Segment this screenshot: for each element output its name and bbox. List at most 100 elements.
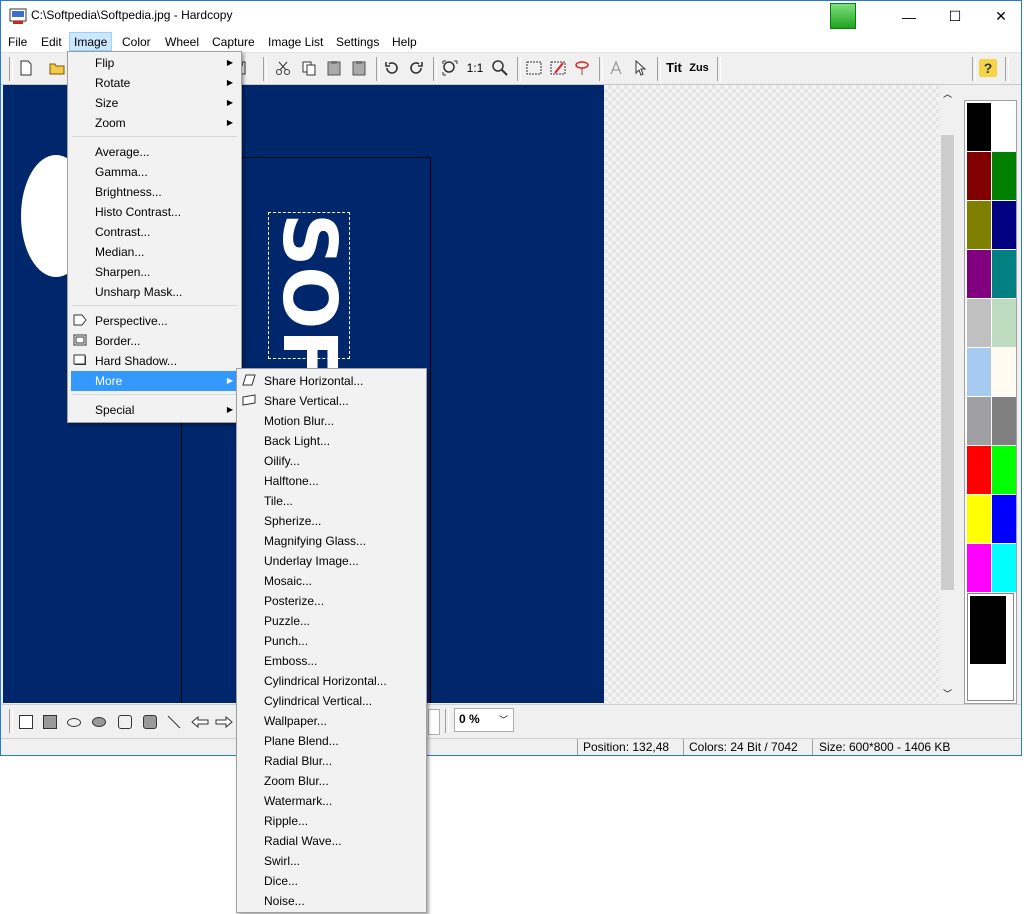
submenu-item[interactable]: Emboss... — [237, 651, 426, 671]
menu-item-size[interactable]: Size ▶ — [68, 93, 241, 113]
submenu-item[interactable]: Punch... — [237, 631, 426, 651]
submenu-item[interactable]: Radial Blur... — [237, 751, 426, 771]
text-tool-icon[interactable] — [607, 59, 625, 77]
ellipse-tool-icon[interactable] — [67, 718, 81, 727]
palette-swatch[interactable] — [967, 152, 991, 200]
menu-item-gamma[interactable]: Gamma... — [68, 162, 241, 182]
submenu-item[interactable]: Puzzle... — [237, 611, 426, 631]
rectangle-tool-icon[interactable] — [19, 715, 33, 729]
submenu-item[interactable]: Zoom Blur... — [237, 771, 426, 791]
redo-icon[interactable] — [407, 59, 425, 77]
arrow-right-tool-icon[interactable] — [215, 715, 233, 729]
menu-item-unsharp-mask[interactable]: Unsharp Mask... — [68, 282, 241, 302]
menu-image-list[interactable]: Image List — [268, 34, 323, 51]
submenu-item[interactable]: Plane Blend... — [237, 731, 426, 751]
submenu-item[interactable]: Noise... — [237, 891, 426, 911]
menu-file[interactable]: File — [8, 34, 27, 51]
menu-edit[interactable]: Edit — [41, 34, 62, 51]
submenu-item[interactable]: Motion Blur... — [237, 411, 426, 431]
submenu-item[interactable]: Mosaic... — [237, 571, 426, 591]
menu-item-zoom[interactable]: Zoom ▶ — [68, 113, 241, 133]
zus-button[interactable]: Zus — [688, 59, 710, 77]
palette-swatch[interactable] — [967, 348, 991, 396]
submenu-item[interactable]: Posterize... — [237, 591, 426, 611]
submenu-item[interactable]: Cylindrical Vertical... — [237, 691, 426, 711]
palette-swatch[interactable] — [992, 201, 1016, 249]
palette-swatch[interactable] — [967, 250, 991, 298]
filled-ellipse-tool-icon[interactable] — [92, 717, 106, 727]
scroll-thumb[interactable] — [941, 135, 954, 590]
lasso-icon[interactable] — [573, 59, 591, 77]
palette-swatch[interactable] — [992, 152, 1016, 200]
cut-icon[interactable] — [274, 59, 292, 77]
submenu-item[interactable]: Share Horizontal... — [237, 371, 426, 391]
menu-item-border[interactable]: Border... — [68, 331, 241, 351]
menu-capture[interactable]: Capture — [212, 34, 255, 51]
menu-settings[interactable]: Settings — [336, 34, 379, 51]
submenu-item[interactable]: Underlay Image... — [237, 551, 426, 571]
menu-color[interactable]: Color — [122, 34, 151, 51]
help-icon[interactable]: ? — [979, 59, 997, 77]
selection-rect-icon[interactable] — [525, 59, 543, 77]
open-folder-icon[interactable] — [48, 59, 66, 77]
palette-swatch[interactable] — [992, 397, 1016, 445]
submenu-item[interactable]: Swirl... — [237, 851, 426, 871]
scroll-up-icon[interactable]: ︿ — [943, 87, 952, 100]
menu-image[interactable]: Image — [69, 32, 113, 51]
palette-swatch[interactable] — [992, 103, 1016, 151]
submenu-item[interactable]: Radial Wave... — [237, 831, 426, 851]
transparency-select[interactable]: 0 % ﹀ — [454, 708, 514, 732]
palette-swatch[interactable] — [992, 495, 1016, 543]
submenu-item[interactable]: Halftone... — [237, 471, 426, 491]
submenu-item[interactable]: Oilify... — [237, 451, 426, 471]
submenu-item[interactable]: Watermark... — [237, 791, 426, 811]
menu-item-flip[interactable]: Flip ▶ — [68, 53, 241, 73]
capture-tray-icon[interactable] — [830, 3, 856, 29]
magnifier-icon[interactable] — [491, 59, 509, 77]
palette-swatch[interactable] — [992, 250, 1016, 298]
palette-swatch[interactable] — [992, 299, 1016, 347]
palette-swatch[interactable] — [967, 397, 991, 445]
scroll-down-icon[interactable]: ﹀ — [943, 687, 952, 700]
new-file-icon[interactable] — [17, 59, 35, 77]
menu-item-sharpen[interactable]: Sharpen... — [68, 262, 241, 282]
current-colors[interactable] — [967, 593, 1014, 701]
chevron-down-icon[interactable]: ﹀ — [499, 713, 508, 726]
palette-swatch[interactable] — [992, 544, 1016, 592]
palette-swatch[interactable] — [967, 201, 991, 249]
tool-dropdown[interactable] — [428, 709, 440, 735]
menu-item-median[interactable]: Median... — [68, 242, 241, 262]
submenu-item[interactable]: Share Vertical... — [237, 391, 426, 411]
palette-swatch[interactable] — [967, 299, 991, 347]
foreground-color[interactable] — [970, 596, 1006, 664]
close-button[interactable]: ✕ — [978, 1, 1021, 32]
line-tool-icon[interactable] — [167, 715, 181, 729]
paste-new-icon[interactable] — [350, 59, 368, 77]
menu-item-histo-contrast[interactable]: Histo Contrast... — [68, 202, 241, 222]
menu-item-perspective[interactable]: Perspective... — [68, 311, 241, 331]
submenu-item[interactable]: Tile... — [237, 491, 426, 511]
menu-item-special[interactable]: Special ▶ — [68, 400, 241, 420]
palette-swatch[interactable] — [967, 446, 991, 494]
submenu-item[interactable]: Back Light... — [237, 431, 426, 451]
copy-icon[interactable] — [300, 59, 318, 77]
submenu-item[interactable]: Ripple... — [237, 811, 426, 831]
menu-item-hard-shadow[interactable]: Hard Shadow... — [68, 351, 241, 371]
palette-swatch[interactable] — [967, 495, 991, 543]
palette-swatch[interactable] — [992, 446, 1016, 494]
filled-rectangle-tool-icon[interactable] — [43, 715, 57, 729]
fit-zoom-icon[interactable] — [441, 59, 459, 77]
submenu-item[interactable]: Spherize... — [237, 511, 426, 531]
menu-item-average[interactable]: Average... — [68, 142, 241, 162]
title-button[interactable]: Tit — [663, 59, 685, 77]
selection-magic-icon[interactable] — [549, 59, 567, 77]
submenu-item[interactable]: Cylindrical Horizontal... — [237, 671, 426, 691]
palette-swatch[interactable] — [967, 103, 991, 151]
pointer-icon[interactable] — [631, 59, 649, 77]
palette-swatch[interactable] — [992, 348, 1016, 396]
menu-wheel[interactable]: Wheel — [165, 34, 199, 51]
maximize-button[interactable]: ☐ — [932, 1, 978, 32]
minimize-button[interactable]: — — [886, 1, 932, 32]
rounded-rect-tool-icon[interactable] — [118, 715, 132, 729]
menu-item-contrast[interactable]: Contrast... — [68, 222, 241, 242]
